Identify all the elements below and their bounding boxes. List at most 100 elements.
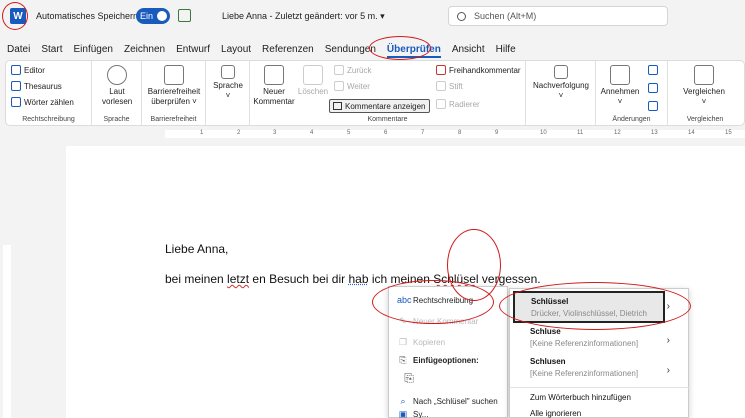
menu-item-paste-options: ⎘ Einfügeoptionen: (389, 351, 509, 369)
doc-text: en Besuch bei dir (249, 272, 349, 286)
next-comment-button[interactable]: Weiter (334, 81, 370, 91)
ruler-tick: 3 (273, 130, 277, 136)
eraser-label: Radierer (449, 99, 480, 109)
new-comment-icon: ✎ (399, 315, 407, 326)
add-to-dictionary-item[interactable]: Zum Wörterbuch hinzufügen (530, 393, 631, 402)
suggestion-item[interactable]: Schlusen [Keine Referenzinformationen] (510, 357, 690, 378)
chevron-right-icon[interactable]: › (667, 365, 670, 376)
document-title[interactable]: Liebe Anna - Zuletzt geändert: vor 5 m. … (222, 11, 385, 22)
horizontal-ruler[interactable]: 1 2 3 4 5 6 7 8 9 10 11 12 13 14 15 (0, 128, 745, 140)
menu-divider (510, 387, 690, 388)
autosave-state: Ein (140, 11, 154, 21)
accessibility-check-button[interactable]: Barrierefreiheit überprüfen ˅ (144, 65, 204, 107)
search-input[interactable]: Suchen (Alt+M) (448, 6, 668, 26)
compare-caret: ˅ (701, 97, 707, 106)
group-sprache: Laut vorlesen Sprache (92, 61, 142, 125)
track-changes-button[interactable]: Nachverfolgung ˅ (528, 65, 594, 101)
accessibility-line1: Barrierefreiheit (147, 87, 201, 96)
search-placeholder: Suchen (Alt+M) (474, 11, 537, 21)
previous-change-button[interactable] (648, 83, 661, 93)
doc-sentence: bei meinen letzt en Besuch bei dir hab i… (165, 272, 541, 286)
reject-button[interactable] (648, 65, 661, 75)
thesaurus-label: Thesaurus (24, 81, 62, 91)
ink-comment-button[interactable]: Freihandkommentar (436, 65, 521, 75)
editor-icon (11, 65, 21, 75)
tab-hilfe[interactable]: Hilfe (496, 44, 516, 55)
save-icon[interactable] (178, 9, 191, 22)
paste-keep-text-icon: ⎘ (404, 370, 414, 385)
tab-entwurf[interactable]: Entwurf (176, 44, 210, 55)
new-comment-button[interactable]: Neuer Kommentar (252, 65, 296, 107)
autosave-toggle[interactable]: Ein (136, 8, 170, 24)
ruler-tick: 7 (421, 130, 425, 136)
menu-bar: Datei Start Einfügen Zeichnen Entwurf La… (0, 40, 745, 58)
ruler-tick: 12 (614, 130, 621, 136)
ruler-tick: 9 (495, 130, 499, 136)
menu-item-new-comment[interactable]: ✎ Neuer Kommentar (389, 312, 509, 330)
misspelled-word[interactable]: letzt (227, 272, 249, 286)
tab-datei[interactable]: Datei (7, 44, 30, 55)
track-changes-caret: ˅ (558, 91, 564, 100)
group-label-rechtschreibung: Rechtschreibung (22, 116, 75, 123)
ruler-tick: 4 (310, 130, 314, 136)
next-change-button[interactable] (648, 101, 661, 111)
word-logo-icon[interactable]: W (10, 8, 26, 24)
language-button[interactable]: Sprache ˅ (210, 65, 246, 101)
delete-comment-button[interactable]: Löschen (296, 65, 330, 97)
ruler-tick: 8 (458, 130, 462, 136)
compare-button[interactable]: Vergleichen ˅ (674, 65, 734, 107)
copy-icon: ❐ (398, 336, 408, 347)
menu-item-search-word[interactable]: ⌕ Nach „Schlüsel" suchen (389, 392, 509, 410)
accept-button[interactable]: Annehmen ˅ (598, 65, 642, 107)
search-word-label: Nach „Schlüsel" suchen (413, 396, 498, 406)
accessibility-line2: überprüfen ˅ (151, 97, 197, 106)
menu-item-synonyms[interactable]: ▣ Sy... (389, 409, 509, 418)
grammar-flag-word[interactable]: hab (348, 272, 368, 286)
tab-zeichnen[interactable]: Zeichnen (124, 44, 165, 55)
thesaurus-button[interactable]: Thesaurus (11, 81, 62, 91)
eraser-button[interactable]: Radierer (436, 99, 480, 109)
menu-item-copy[interactable]: ❐ Kopieren (389, 333, 509, 351)
misspelled-word-selected[interactable]: Schlüsel (433, 272, 478, 286)
accessibility-icon (164, 65, 184, 85)
read-aloud-button[interactable]: Laut vorlesen (102, 65, 132, 107)
track-changes-label: Nachverfolgung (532, 81, 590, 90)
ignore-all-item[interactable]: Alle ignorieren (530, 409, 581, 418)
editor-button[interactable]: Editor (11, 65, 45, 75)
ruler-tick: 14 (688, 130, 695, 136)
chevron-right-icon[interactable]: › (667, 335, 670, 346)
tab-referenzen[interactable]: Referenzen (262, 44, 314, 55)
word-count-button[interactable]: Wörter zählen (11, 97, 74, 107)
menu-item-spelling[interactable]: abc Rechtschreibung (389, 291, 509, 309)
group-label-aenderungen: Änderungen (612, 116, 651, 123)
tab-ueberpruefen[interactable]: Überprüfen (386, 44, 441, 58)
previous-comment-button[interactable]: Zurück (334, 65, 371, 75)
next-icon (334, 81, 344, 91)
new-comment-icon (264, 65, 284, 85)
tab-sendungen[interactable]: Sendungen (325, 44, 376, 55)
new-comment-label: Neuer Kommentar (413, 316, 479, 326)
suggestion-item-selected[interactable]: Schlüssel Drücker, Violinschlüssel, Diet… (513, 291, 665, 323)
delete-comment-icon (303, 65, 323, 85)
new-comment-line2: Kommentar (253, 97, 295, 106)
ruler-track (165, 130, 745, 138)
paste-icon: ⎘ (399, 354, 407, 365)
show-comments-button[interactable]: Kommentare anzeigen (329, 99, 430, 113)
suggestion-word: Schlüssel (531, 297, 569, 306)
pen-button[interactable]: Stift (436, 81, 463, 91)
vertical-ruler[interactable] (0, 140, 14, 418)
chevron-right-icon[interactable]: › (667, 301, 670, 312)
pen-label: Stift (449, 81, 463, 91)
thesaurus-icon (11, 81, 21, 91)
tab-layout[interactable]: Layout (221, 44, 251, 55)
tab-start[interactable]: Start (41, 44, 62, 55)
menu-item-paste-keep-text[interactable]: ⎘ (389, 369, 509, 387)
tab-ansicht[interactable]: Ansicht (452, 44, 485, 55)
previous-icon (334, 65, 344, 75)
compare-label: Vergleichen (683, 87, 725, 96)
suggestion-item[interactable]: Schluse [Keine Referenzinformationen] (510, 327, 690, 348)
group-label-kommentare: Kommentare (367, 116, 408, 123)
word-count-label: Wörter zählen (24, 97, 74, 107)
read-aloud-line1: Laut (109, 87, 125, 96)
tab-einfuegen[interactable]: Einfügen (73, 44, 112, 55)
